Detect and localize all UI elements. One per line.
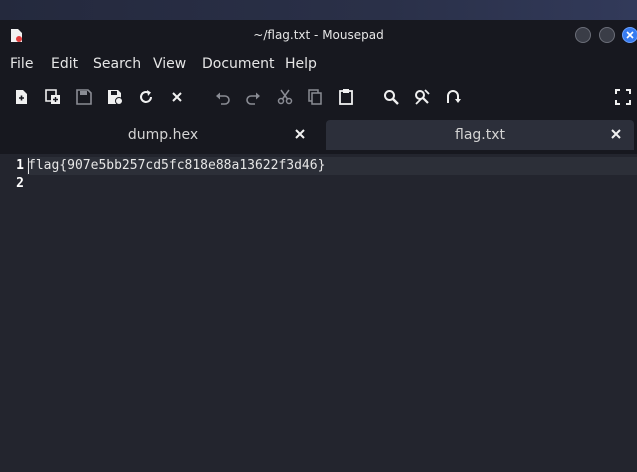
tab-flag-txt[interactable]: flag.txt	[326, 120, 634, 150]
save-as-button[interactable]	[106, 88, 124, 106]
text-editor[interactable]: 1 flag{907e5bb257cd5fc818e88a13622f3d46}…	[0, 154, 637, 472]
menu-document[interactable]: Document	[202, 56, 275, 72]
menu-help[interactable]: Help	[285, 56, 317, 72]
tab-label: dump.hex	[127, 127, 199, 143]
goto-line-button[interactable]	[444, 88, 462, 106]
redo-icon	[246, 92, 260, 105]
mousepad-window: ~/flag.txt - Mousepad File Edit Search V…	[0, 20, 637, 472]
reload-button[interactable]	[137, 88, 155, 106]
cut-icon	[277, 89, 293, 105]
find-icon	[384, 90, 399, 105]
reload-icon	[140, 90, 152, 103]
maximize-button[interactable]	[599, 27, 615, 43]
close-window-button[interactable]	[622, 27, 637, 43]
new-window-icon	[45, 89, 60, 104]
find-replace-icon	[415, 89, 430, 105]
desktop-background	[0, 0, 637, 20]
fullscreen-icon	[615, 89, 631, 105]
cut-button[interactable]	[276, 88, 294, 106]
find-replace-button[interactable]	[413, 88, 431, 106]
tab-close-icon[interactable]	[609, 127, 623, 141]
close-document-icon	[172, 92, 182, 102]
line-number: 2	[16, 176, 24, 191]
fullscreen-button[interactable]	[614, 88, 632, 106]
tab-dump-hex[interactable]: dump.hex	[4, 120, 322, 150]
line-number-gutter	[0, 154, 27, 472]
menu-search[interactable]: Search	[93, 56, 141, 72]
close-document-button[interactable]	[168, 88, 186, 106]
new-window-button[interactable]	[44, 88, 62, 106]
copy-button[interactable]	[306, 88, 324, 106]
redo-button[interactable]	[244, 88, 262, 106]
save-as-icon	[108, 90, 123, 105]
paste-icon	[339, 89, 353, 105]
save-button[interactable]	[75, 88, 93, 106]
menu-view[interactable]: View	[153, 56, 186, 72]
new-document-button[interactable]	[13, 88, 31, 106]
menu-file[interactable]: File	[10, 56, 33, 72]
menu-edit[interactable]: Edit	[51, 56, 78, 72]
line-number: 1	[16, 158, 24, 173]
title-bar[interactable]: ~/flag.txt - Mousepad	[0, 20, 637, 51]
line-text[interactable]: flag{907e5bb257cd5fc818e88a13622f3d46}	[28, 158, 325, 173]
find-button[interactable]	[382, 88, 400, 106]
tab-bar: dump.hex flag.txt	[0, 116, 637, 154]
window-title: ~/flag.txt - Mousepad	[253, 28, 384, 42]
close-icon	[626, 31, 634, 39]
minimize-button[interactable]	[575, 27, 591, 43]
save-icon	[76, 89, 92, 105]
toolbar	[0, 79, 637, 116]
paste-button[interactable]	[337, 88, 355, 106]
menu-bar: File Edit Search View Document Help	[0, 51, 637, 79]
tab-close-icon[interactable]	[293, 127, 307, 141]
tab-label: flag.txt	[455, 127, 505, 143]
goto-line-icon	[447, 90, 461, 103]
undo-icon	[216, 92, 230, 105]
undo-button[interactable]	[214, 88, 232, 106]
new-document-icon	[16, 90, 27, 104]
text-cursor	[28, 158, 29, 174]
copy-icon	[308, 89, 322, 105]
